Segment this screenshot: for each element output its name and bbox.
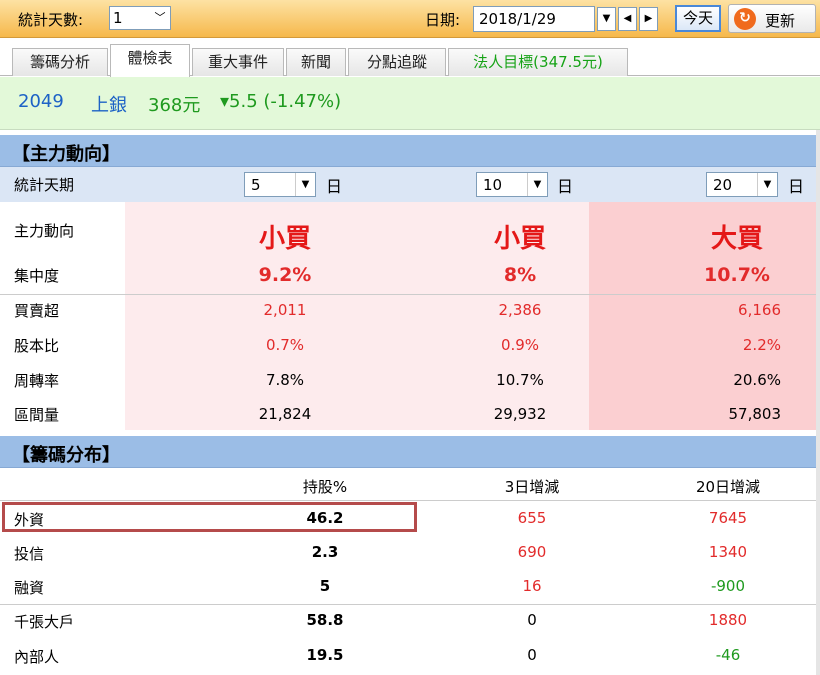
period-value-3: 20 [713, 176, 733, 194]
volume-value-3: 57,803 [728, 405, 782, 423]
tab-news[interactable]: 新聞 [286, 48, 346, 76]
date-label: 日期: [425, 11, 461, 29]
chevron-down-icon: ﹀ [154, 11, 166, 24]
margin-hold: 5 [319, 577, 331, 595]
stock-header: 2049 上銀 368元 ▾5.5 (-1.47%) [0, 77, 820, 130]
period-value-2: 10 [483, 176, 503, 194]
today-button[interactable]: 今天 [675, 5, 721, 32]
insiders-20day: -46 [715, 646, 741, 664]
caret-down-icon: ▼ [757, 173, 777, 196]
trust-hold: 2.3 [311, 543, 339, 561]
row-label-concentration: 集中度 [14, 267, 60, 285]
period-row: 統計天期 5 ▼ 日 10 ▼ 日 20 ▼ 日 [0, 167, 820, 202]
date-dropdown-button[interactable]: ▼ [597, 7, 616, 31]
caret-down-icon: ▼ [295, 173, 315, 196]
main-force-title: 【主力動向】 [12, 144, 120, 165]
main-force-header: 【主力動向】 [0, 135, 820, 167]
stat-days-label: 統計天數: [18, 11, 84, 29]
col-header-hold: 持股% [302, 478, 348, 496]
caret-right-icon: ▶ [644, 13, 653, 24]
trust-20day: 1340 [708, 543, 748, 561]
caret-down-icon: ▼ [602, 13, 611, 24]
date-value: 2018/1/29 [479, 10, 556, 28]
dist-label-big-holders: 千張大戶 [14, 613, 75, 631]
turnover-value-3: 20.6% [733, 371, 781, 389]
margin-20day: -900 [710, 577, 746, 595]
scrollbar[interactable] [816, 130, 820, 675]
col-header-20day: 20日增減 [695, 478, 761, 496]
row-label-turnover: 周轉率 [14, 372, 60, 390]
period-value-1: 5 [251, 176, 261, 194]
trust-3day: 690 [517, 543, 547, 561]
toolbar: 統計天數: 1 ﹀ 日期: 2018/1/29 ▼ ◀ ▶ 今天 ↻ 更新 [0, 0, 820, 38]
big-holders-3day: 0 [527, 611, 537, 629]
capital-ratio-value-3: 2.2% [742, 336, 781, 354]
stat-days-value: 1 [113, 9, 123, 27]
row-label-main-force: 主力動向 [14, 222, 75, 240]
stock-name: 上銀 [91, 95, 127, 116]
net-buy-value-3: 6,166 [738, 301, 781, 319]
concentration-value-2: 8% [503, 264, 537, 286]
period-select-2[interactable]: 10 ▼ [476, 172, 548, 197]
divider [0, 500, 820, 501]
tab-chip-analysis[interactable]: 籌碼分析 [12, 48, 108, 76]
volume-value-1: 21,824 [258, 405, 312, 423]
stock-price: 368元 [148, 95, 201, 116]
capital-ratio-value-1: 0.7% [265, 336, 305, 354]
concentration-value-3: 10.7% [704, 264, 770, 286]
tab-branch-tracking[interactable]: 分點追蹤 [348, 48, 446, 76]
divider [0, 604, 820, 605]
main-force-value-3: 大買 [710, 224, 763, 254]
main-force-value-2: 小買 [493, 224, 546, 254]
stock-change: ▾5.5 (-1.47%) [220, 91, 342, 112]
big-holders-hold: 58.8 [306, 611, 344, 629]
dist-label-foreign: 外資 [14, 511, 45, 529]
dist-label-insiders: 內部人 [14, 648, 60, 666]
date-prev-button[interactable]: ◀ [618, 7, 637, 31]
caret-down-icon: ▼ [527, 173, 547, 196]
dist-label-trust: 投信 [14, 545, 45, 563]
period-select-3[interactable]: 20 ▼ [706, 172, 778, 197]
tab-health-check[interactable]: 體檢表 [110, 44, 190, 77]
foreign-20day: 7645 [708, 509, 748, 527]
distribution-header: 【籌碼分布】 [0, 436, 820, 468]
foreign-3day: 655 [517, 509, 547, 527]
refresh-button[interactable]: ↻ 更新 [728, 4, 816, 33]
turnover-value-1: 7.8% [265, 371, 305, 389]
date-picker[interactable]: 2018/1/29 [473, 6, 595, 32]
big-holders-20day: 1880 [708, 611, 748, 629]
concentration-value-1: 9.2% [258, 264, 312, 286]
row-label-capital-ratio: 股本比 [14, 337, 60, 355]
net-buy-value-1: 2,011 [263, 301, 307, 319]
period-unit-2: 日 [557, 177, 574, 196]
divider [0, 294, 820, 295]
margin-3day: 16 [522, 577, 542, 595]
period-unit-1: 日 [326, 177, 343, 196]
period-select-1[interactable]: 5 ▼ [244, 172, 316, 197]
refresh-icon: ↻ [734, 8, 756, 30]
stock-code: 2049 [18, 91, 64, 112]
row-label-volume: 區間量 [14, 406, 60, 424]
period-label: 統計天期 [14, 176, 75, 194]
refresh-label: 更新 [765, 12, 796, 30]
dist-label-margin: 融資 [14, 579, 45, 597]
foreign-hold: 46.2 [306, 509, 344, 527]
insiders-3day: 0 [527, 646, 537, 664]
row-label-net-buy: 買賣超 [14, 302, 60, 320]
distribution-title: 【籌碼分布】 [12, 445, 120, 466]
insiders-hold: 19.5 [306, 646, 344, 664]
period-unit-3: 日 [788, 177, 805, 196]
tab-bar: 籌碼分析 體檢表 重大事件 新聞 分點追蹤 法人目標(347.5元) [0, 38, 820, 77]
tab-institutional-target[interactable]: 法人目標(347.5元) [448, 48, 628, 76]
col-header-3day: 3日增減 [504, 478, 560, 496]
caret-left-icon: ◀ [623, 13, 632, 24]
date-next-button[interactable]: ▶ [639, 7, 658, 31]
stat-days-select[interactable]: 1 ﹀ [109, 6, 171, 30]
tab-major-events[interactable]: 重大事件 [192, 48, 284, 76]
main-force-value-1: 小買 [258, 224, 311, 254]
